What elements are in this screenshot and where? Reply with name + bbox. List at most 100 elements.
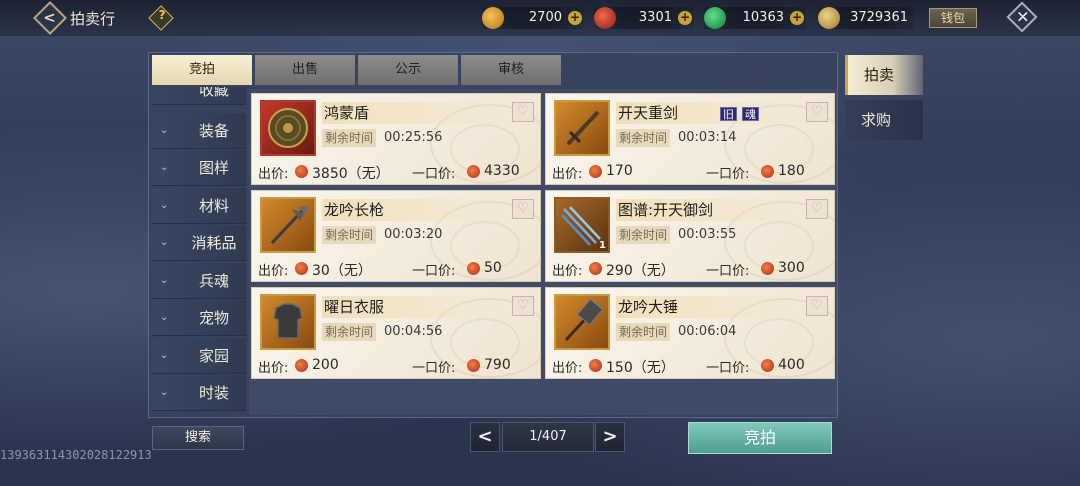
remaining-time-label: 剩余时间 — [616, 323, 671, 341]
add-currency-button[interactable]: + — [568, 11, 582, 25]
tab-bidding[interactable]: 竞拍 — [152, 55, 252, 85]
tab-purchase-request[interactable]: 求购 — [845, 100, 923, 140]
auction-item-card[interactable]: 开天重剑 旧 魂 ♡ 剩余时间 00:03:14 出价: 170 一口价: 18… — [545, 93, 835, 185]
item-tag-badge: 旧 — [720, 107, 737, 121]
favorite-heart-icon[interactable]: ♡ — [806, 102, 828, 122]
buyout-price: 790 — [484, 357, 511, 373]
top-bar: < 拍卖行 ? 2700 + 3301 + 10363 + 3729361 钱包… — [0, 0, 1080, 36]
sidebar-item-home[interactable]: ⌄ 家园 — [152, 338, 246, 374]
back-button[interactable]: < — [33, 1, 67, 35]
sidebar-item-favorites[interactable]: 收藏 — [152, 87, 246, 105]
bid-price: 290（无） — [606, 263, 675, 279]
remaining-time-label: 剩余时间 — [322, 323, 377, 341]
gold-ingot-icon — [482, 7, 504, 29]
remaining-time-label: 剩余时间 — [322, 129, 377, 147]
chevron-down-icon: ⌄ — [160, 200, 169, 211]
jade-coin-icon — [704, 7, 726, 29]
sidebar-item-label: 材料 — [198, 197, 229, 215]
coin-icon — [761, 165, 774, 178]
sidebar-item-label: 时装 — [198, 384, 229, 402]
item-name: 开天重剑 — [616, 102, 806, 124]
bid-price-label: 出价: — [552, 167, 583, 182]
prev-page-button[interactable]: < — [470, 422, 500, 452]
sidebar-item-label: 宠物 — [198, 309, 229, 327]
sidebar-item-label: 装备 — [198, 122, 229, 140]
sidebar-item-consumables[interactable]: ⌄ 消耗品 — [152, 225, 246, 261]
sidebar-item-label: 消耗品 — [191, 234, 237, 252]
coin-icon — [589, 359, 602, 372]
auction-item-card[interactable]: 曜日衣服 ♡ 剩余时间 00:04:56 出价: 200 一口价: 790 — [251, 287, 541, 379]
remaining-time-label: 剩余时间 — [616, 129, 671, 147]
currency-gold: 2700 + — [482, 7, 584, 29]
remaining-time-label: 剩余时间 — [322, 226, 377, 244]
auction-item-card[interactable]: 龙吟大锤 ♡ 剩余时间 00:06:04 出价: 150（无） 一口价: 400 — [545, 287, 835, 379]
bid-price: 3850（无） — [312, 166, 390, 182]
red-coin-icon — [594, 7, 616, 29]
pattern-scroll-item-icon: 1 — [554, 197, 610, 253]
favorite-heart-icon[interactable]: ♡ — [512, 199, 534, 219]
buyout-price: 300 — [778, 260, 805, 276]
chevron-down-icon: ⌄ — [160, 387, 169, 398]
coin-icon — [467, 359, 480, 372]
sidebar-item-fashion[interactable]: ⌄ 时装 — [152, 375, 246, 411]
tab-public[interactable]: 公示 — [358, 55, 458, 85]
sidebar-item-label: 家园 — [198, 347, 229, 365]
bid-price-label: 出价: — [258, 361, 289, 376]
favorite-heart-icon[interactable]: ♡ — [806, 296, 828, 316]
tab-review[interactable]: 审核 — [461, 55, 561, 85]
auction-item-card[interactable]: 龙吟长枪 ♡ 剩余时间 00:03:20 出价: 30（无） 一口价: 50 — [251, 190, 541, 282]
auction-item-card[interactable]: 鸿蒙盾 ♡ 剩余时间 00:25:56 出价: 3850（无） 一口价: 433… — [251, 93, 541, 185]
add-currency-button[interactable]: + — [790, 11, 804, 25]
tab-auction[interactable]: 拍卖 — [845, 55, 923, 95]
silver-leaf-icon — [818, 7, 840, 29]
add-currency-button[interactable]: + — [678, 11, 692, 25]
help-button[interactable]: ? — [148, 5, 174, 31]
auction-item-card[interactable]: 1 图谱:开天御剑 ♡ 剩余时间 00:03:55 出价: 290（无） 一口价… — [545, 190, 835, 282]
sidebar-item-patterns[interactable]: ⌄ 图样 — [152, 150, 246, 186]
armor-item-icon — [260, 294, 316, 350]
remaining-time: 00:03:14 — [678, 130, 737, 145]
bid-price-label: 出价: — [258, 167, 289, 182]
coin-icon — [467, 165, 480, 178]
help-icon: ? — [158, 7, 166, 22]
sidebar-item-equipment[interactable]: ⌄ 装备 — [152, 113, 246, 149]
favorite-heart-icon[interactable]: ♡ — [806, 199, 828, 219]
buyout-price-label: 一口价: — [706, 264, 750, 279]
bid-price: 30（无） — [312, 263, 372, 279]
coin-icon — [761, 359, 774, 372]
sidebar-item-pets[interactable]: ⌄ 宠物 — [152, 300, 246, 336]
remaining-time: 00:06:04 — [678, 324, 737, 339]
item-name: 鸿蒙盾 — [322, 102, 512, 124]
sidebar-item-label: 兵魂 — [198, 272, 229, 290]
wallet-button[interactable]: 钱包 — [929, 8, 977, 28]
watermark-text: 13936311430202812291З — [0, 448, 152, 462]
bid-button[interactable]: 竞拍 — [688, 422, 832, 454]
buyout-price-label: 一口价: — [412, 264, 456, 279]
buyout-price: 400 — [778, 357, 805, 373]
item-name: 龙吟大锤 — [616, 296, 806, 318]
remaining-time: 00:25:56 — [384, 130, 443, 145]
coin-icon — [589, 262, 602, 275]
currency-value: 2700 — [528, 10, 562, 25]
next-page-button[interactable]: > — [595, 422, 625, 452]
sidebar-item-materials[interactable]: ⌄ 材料 — [152, 188, 246, 224]
buyout-price-label: 一口价: — [706, 361, 750, 376]
buyout-price-label: 一口价: — [412, 361, 456, 376]
item-tag-badge: 魂 — [742, 107, 759, 121]
search-button[interactable]: 搜索 — [152, 426, 244, 450]
currency-value: 3729361 — [850, 10, 908, 25]
sidebar-item-label: 收藏 — [198, 87, 229, 99]
close-button[interactable]: ✕ — [1006, 1, 1038, 33]
remaining-time: 00:03:20 — [384, 227, 443, 242]
greatsword-item-icon — [554, 100, 610, 156]
chevron-down-icon: ⌄ — [160, 275, 169, 286]
sidebar-item-weapon-soul[interactable]: ⌄ 兵魂 — [152, 263, 246, 299]
chevron-down-icon: ⌄ — [160, 237, 169, 248]
category-sidebar: 收藏 ⌄ 装备 ⌄ 图样 ⌄ 材料 ⌄ 消耗品 ⌄ 兵魂 ⌄ 宠物 ⌄ 家园 ⌄… — [152, 87, 246, 415]
bid-price-label: 出价: — [552, 361, 583, 376]
favorite-heart-icon[interactable]: ♡ — [512, 296, 534, 316]
favorite-heart-icon[interactable]: ♡ — [512, 102, 534, 122]
tab-sell[interactable]: 出售 — [255, 55, 355, 85]
currency-value: 10363 — [742, 10, 784, 25]
bid-price: 150（无） — [606, 360, 675, 376]
